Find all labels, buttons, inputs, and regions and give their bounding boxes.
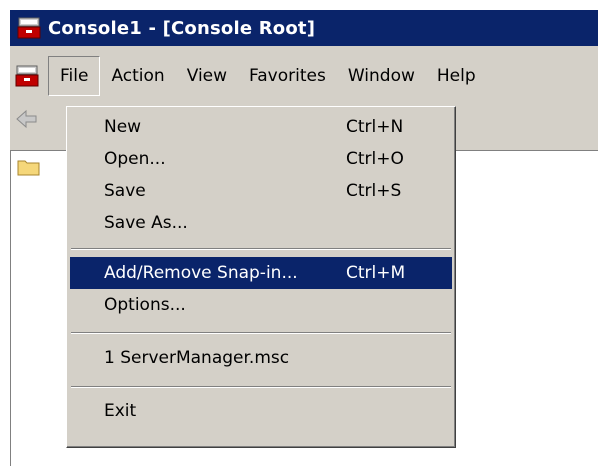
- menu-file[interactable]: File: [48, 56, 101, 96]
- title-bar[interactable]: Console1 - [Console Root]: [10, 10, 598, 46]
- window-title: Console1 - [Console Root]: [48, 17, 316, 39]
- menu-separator: [71, 332, 451, 334]
- menu-item-shortcut: Ctrl+S: [346, 181, 402, 201]
- menu-item-shortcut: Ctrl+M: [346, 263, 406, 283]
- tree-item-console-root[interactable]: [17, 157, 41, 182]
- menu-item-label: Options...: [104, 295, 186, 315]
- back-arrow-icon[interactable]: [14, 106, 40, 132]
- menu-item-new[interactable]: New Ctrl+N: [70, 111, 452, 143]
- mmc-document-icon[interactable]: [14, 63, 40, 89]
- menu-item-label: New: [104, 117, 142, 137]
- menu-item-options[interactable]: Options...: [70, 289, 452, 321]
- menu-item-label: Add/Remove Snap-in...: [104, 263, 298, 283]
- menu-item-save-as[interactable]: Save As...: [70, 207, 452, 239]
- file-menu-dropdown: New Ctrl+N Open... Ctrl+O Save Ctrl+S Sa…: [66, 106, 456, 448]
- menu-item-label: 1 ServerManager.msc: [104, 348, 290, 368]
- menu-bar: File Action View Favorites Window Help: [10, 56, 598, 96]
- menu-item-save[interactable]: Save Ctrl+S: [70, 175, 452, 207]
- menu-view[interactable]: View: [176, 56, 238, 96]
- menu-item-label: Exit: [104, 401, 137, 421]
- menu-item-recent-file[interactable]: 1 ServerManager.msc: [70, 342, 452, 374]
- menu-item-open[interactable]: Open... Ctrl+O: [70, 143, 452, 175]
- menu-item-label: Open...: [104, 149, 166, 169]
- menu-separator: [71, 248, 451, 250]
- menu-favorites[interactable]: Favorites: [238, 56, 337, 96]
- mmc-toolbox-icon: [16, 15, 42, 41]
- menu-help[interactable]: Help: [426, 56, 487, 96]
- mmc-window: Console1 - [Console Root] File Action Vi…: [10, 10, 598, 466]
- menu-item-label: Save: [104, 181, 146, 201]
- menu-action[interactable]: Action: [100, 56, 175, 96]
- menu-item-label: Save As...: [104, 213, 188, 233]
- menu-item-shortcut: Ctrl+O: [346, 149, 404, 169]
- folder-icon: [17, 157, 41, 182]
- menu-item-exit[interactable]: Exit: [70, 395, 452, 427]
- menu-item-add-remove-snap-in[interactable]: Add/Remove Snap-in... Ctrl+M: [70, 257, 452, 289]
- menu-item-shortcut: Ctrl+N: [346, 117, 404, 137]
- menu-window[interactable]: Window: [337, 56, 426, 96]
- menu-separator: [71, 386, 451, 388]
